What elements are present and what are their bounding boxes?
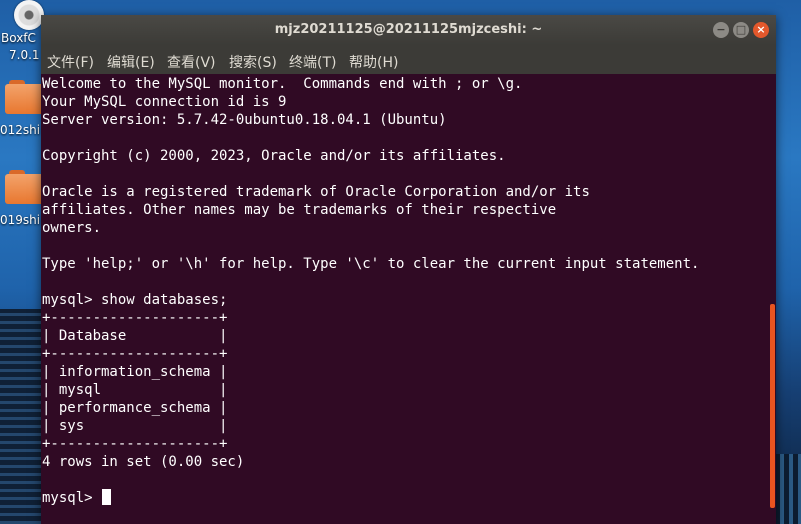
terminal-line: Copyright (c) 2000, 2023, Oracle and/or … [42, 148, 506, 164]
desktop-icon-folder-019[interactable]: 019shi [0, 170, 47, 230]
terminal-line: Type 'help;' or '\h' for help. Type '\c'… [42, 256, 700, 272]
terminal-line: mysql> show databases; [42, 292, 228, 308]
window-title: mjz20211125@20211125mjzceshi: ~ [274, 22, 543, 37]
text-cursor [102, 489, 112, 505]
scrollbar-thumb[interactable] [770, 304, 775, 508]
terminal-window: mjz20211125@20211125mjzceshi: ~ − □ × 文件… [41, 15, 776, 524]
terminal-output[interactable]: Welcome to the MySQL monitor. Commands e… [41, 74, 776, 524]
terminal-line: Oracle is a registered trademark of Orac… [42, 184, 590, 200]
menu-terminal[interactable]: 终端(T) [289, 52, 336, 72]
terminal-line: | Database | [42, 328, 228, 344]
disc-icon [14, 0, 44, 30]
terminal-line: | information_schema | [42, 364, 228, 380]
minimize-button[interactable]: − [713, 22, 729, 38]
desktop-icon-label: 019shi [0, 213, 41, 227]
terminal-line: +--------------------+ [42, 436, 228, 452]
menu-search[interactable]: 搜索(S) [229, 52, 277, 72]
terminal-line: affiliates. Other names may be trademark… [42, 202, 557, 218]
prompt-line[interactable]: mysql> [42, 489, 699, 507]
desktop-icon-label: 012shi [0, 123, 41, 137]
terminal-line: +--------------------+ [42, 346, 228, 362]
menu-help[interactable]: 帮助(H) [349, 52, 398, 72]
menu-file[interactable]: 文件(F) [47, 52, 94, 72]
desktop-icon-folder-012[interactable]: 012shi [0, 80, 47, 140]
terminal-line: Your MySQL connection id is 9 [42, 94, 287, 110]
desktop-icon-virtualbox[interactable]: BoxfC 7.0.1 [0, 0, 44, 62]
background-building [0, 309, 42, 524]
close-button[interactable]: × [753, 22, 769, 38]
menu-view[interactable]: 查看(V) [167, 52, 216, 72]
maximize-button[interactable]: □ [733, 22, 749, 38]
terminal-line: | mysql | [42, 382, 228, 398]
scrollbar[interactable] [770, 74, 776, 524]
title-bar[interactable]: mjz20211125@20211125mjzceshi: ~ − □ × [41, 15, 776, 45]
prompt-text: mysql> [42, 490, 102, 506]
menu-bar: 文件(F) 编辑(E) 查看(V) 搜索(S) 终端(T) 帮助(H) [41, 45, 776, 74]
terminal-line: Server version: 5.7.42-0ubuntu0.18.04.1 … [42, 112, 447, 128]
terminal-text: Welcome to the MySQL monitor. Commands e… [42, 75, 699, 507]
desktop-icon-sublabel: 7.0.1 [9, 48, 40, 62]
menu-edit[interactable]: 编辑(E) [107, 52, 155, 72]
terminal-line: 4 rows in set (0.00 sec) [42, 454, 245, 470]
desktop-icon-label: BoxfC [1, 31, 36, 45]
terminal-line: | sys | [42, 418, 228, 434]
terminal-line: owners. [42, 220, 102, 236]
terminal-line: +--------------------+ [42, 310, 228, 326]
terminal-line: | performance_schema | [42, 400, 228, 416]
terminal-line: Welcome to the MySQL monitor. Commands e… [42, 76, 523, 92]
